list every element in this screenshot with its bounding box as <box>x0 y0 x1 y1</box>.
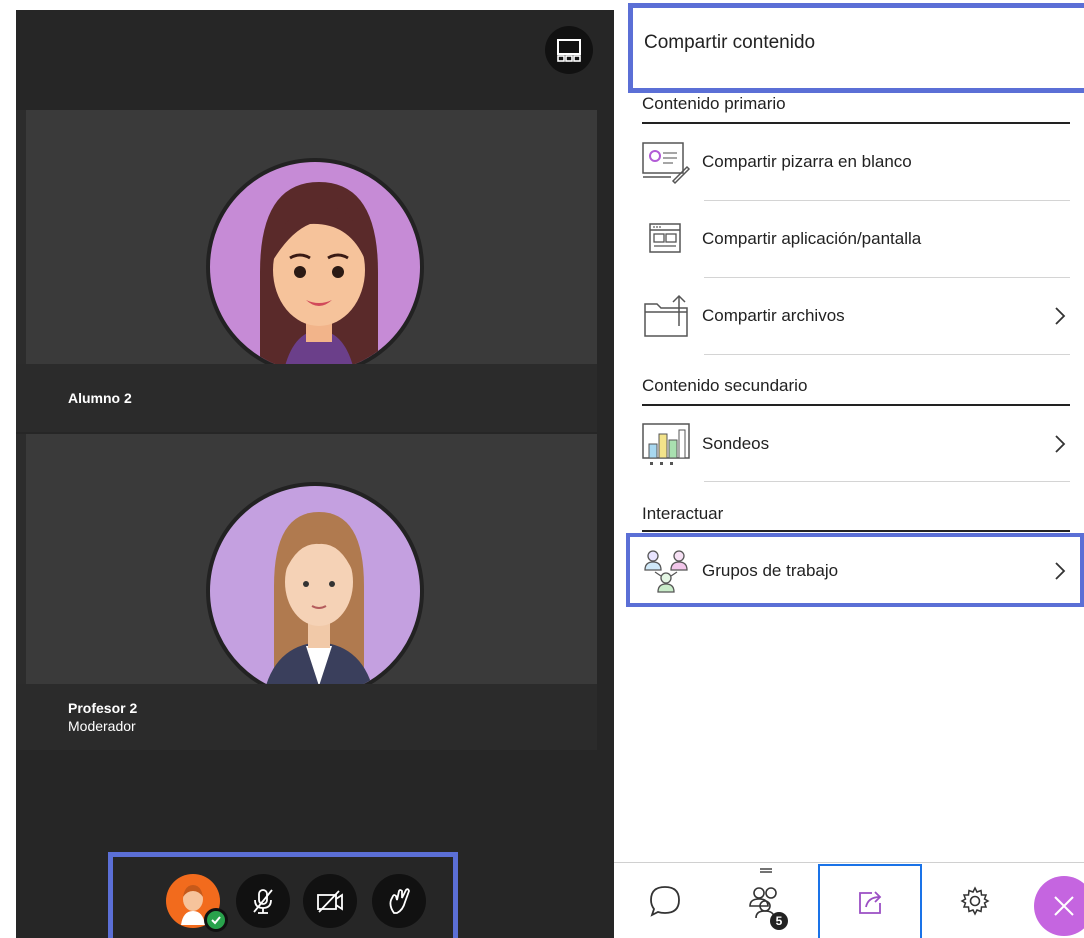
section-heading: Contenido secundario <box>642 376 808 395</box>
woman-avatar-icon <box>263 512 375 696</box>
section-heading: Contenido primario <box>642 94 786 113</box>
polls-item[interactable]: Sondeos <box>640 408 1070 480</box>
tab-settings[interactable] <box>940 864 1010 938</box>
video-tile-alumno[interactable]: Alumno 2 <box>16 110 597 432</box>
folder-share-icon <box>644 294 688 337</box>
share-whiteboard-item[interactable]: Compartir pizarra en blanco <box>640 126 1070 198</box>
camera-button[interactable] <box>303 874 357 928</box>
chevron-right-icon <box>1055 562 1066 580</box>
camera-off-icon <box>317 890 343 913</box>
gear-icon <box>960 886 990 916</box>
grid-layout-icon <box>557 39 581 62</box>
tab-chat[interactable] <box>630 864 700 938</box>
participant-name-bar: Alumno 2 <box>16 364 597 432</box>
item-label: Grupos de trabajo <box>702 561 839 580</box>
item-label: Compartir archivos <box>702 306 845 325</box>
participant-name: Alumno 2 <box>68 390 132 406</box>
breakout-groups-item[interactable]: Grupos de trabajo <box>640 535 1070 607</box>
whiteboard-icon <box>642 142 691 185</box>
chat-bubble-icon <box>650 886 680 917</box>
section-heading: Interactuar <box>642 504 724 523</box>
share-app-screen-item[interactable]: Compartir aplicación/pantalla <box>640 203 1070 275</box>
microphone-button[interactable] <box>236 874 290 928</box>
video-stage: Alumno 2 Profesor 2 Moderador <box>16 10 614 938</box>
raise-hand-button[interactable] <box>372 874 426 928</box>
participant-name: Profesor 2 <box>68 700 138 716</box>
panel-title: Compartir contenido <box>644 32 816 53</box>
tab-share-content[interactable] <box>818 864 922 938</box>
tab-attendees[interactable] <box>730 864 800 938</box>
item-label: Sondeos <box>702 434 770 453</box>
share-files-item[interactable]: Compartir archivos <box>640 280 1070 352</box>
attendees-count-badge: 5 <box>770 912 788 930</box>
app-root: Alumno 2 Profesor 2 Moderador Compartir … <box>0 0 1084 938</box>
close-icon <box>1054 896 1074 916</box>
woman-avatar-icon <box>260 182 378 372</box>
share-arrow-icon <box>859 891 882 914</box>
mic-off-icon <box>253 889 273 914</box>
chevron-right-icon <box>1055 307 1066 325</box>
video-tile-profesor[interactable]: Profesor 2 Moderador <box>16 434 597 750</box>
poll-chart-icon <box>642 423 690 465</box>
app-screen-icon <box>649 223 681 253</box>
participant-name-bar: Profesor 2 Moderador <box>16 684 597 750</box>
raise-hand-icon <box>389 888 410 914</box>
share-content-panel: Compartir contenido Contenido primario C… <box>614 0 1084 938</box>
participant-role: Moderador <box>68 718 136 734</box>
status-check-icon <box>204 908 228 932</box>
item-label: Compartir pizarra en blanco <box>702 152 912 171</box>
breakout-groups-icon <box>644 550 688 593</box>
participant-avatar <box>206 158 424 376</box>
chevron-right-icon <box>1055 435 1066 453</box>
item-label: Compartir aplicación/pantalla <box>702 229 922 248</box>
participant-avatar <box>206 482 424 700</box>
layout-toggle-button[interactable] <box>545 26 593 74</box>
